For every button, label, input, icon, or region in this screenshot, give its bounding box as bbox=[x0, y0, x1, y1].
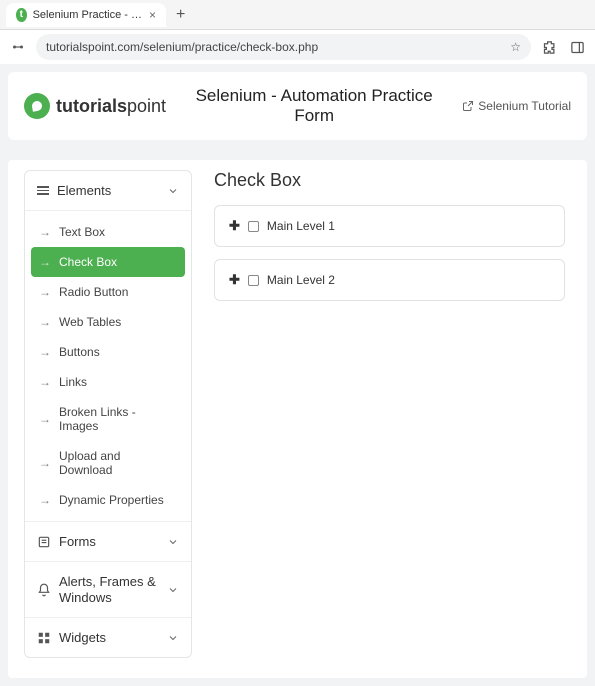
sidebar-label: Alerts, Frames & Windows bbox=[59, 574, 159, 605]
external-link-label: Selenium Tutorial bbox=[478, 99, 571, 113]
sidebar-item-buttons[interactable]: → Buttons bbox=[31, 337, 185, 367]
expand-icon[interactable]: ✚ bbox=[229, 272, 240, 288]
favicon-icon: t bbox=[16, 8, 27, 22]
sidebar-item-dynamic-properties[interactable]: → Dynamic Properties bbox=[31, 485, 185, 515]
panel-icon[interactable] bbox=[567, 37, 587, 57]
arrow-right-icon: → bbox=[39, 456, 51, 470]
main-panel: Check Box ✚ Main Level 1 ✚ Main Level 2 bbox=[208, 170, 571, 658]
sidebar-label: Widgets bbox=[59, 630, 106, 645]
tree-label: Main Level 2 bbox=[267, 273, 335, 287]
sidebar-item-label: Broken Links - Images bbox=[59, 405, 177, 433]
sidebar-item-label: Upload and Download bbox=[59, 449, 177, 477]
tree-row-level1[interactable]: ✚ Main Level 1 bbox=[214, 205, 565, 247]
site-header: tutorialspoint Selenium - Automation Pra… bbox=[8, 72, 587, 140]
sidebar-item-web-tables[interactable]: → Web Tables bbox=[31, 307, 185, 337]
arrow-right-icon: → bbox=[39, 285, 51, 299]
arrow-right-icon: → bbox=[39, 315, 51, 329]
sidebar-elements-list: → Text Box → Check Box → Radio Button → Web … bbox=[25, 211, 191, 521]
bookmark-star-icon[interactable]: ☆ bbox=[510, 40, 521, 54]
sidebar-item-label: Web Tables bbox=[59, 315, 121, 329]
checkbox[interactable] bbox=[248, 221, 259, 232]
expand-icon[interactable]: ✚ bbox=[229, 218, 240, 234]
sidebar-item-upload-download[interactable]: → Upload and Download bbox=[31, 441, 185, 485]
browser-tab-strip: t Selenium Practice - Check Bo × + bbox=[0, 0, 595, 30]
sidebar-item-label: Text Box bbox=[59, 225, 105, 239]
main-heading: Check Box bbox=[214, 170, 565, 191]
arrow-right-icon: → bbox=[39, 375, 51, 389]
site-info-icon[interactable] bbox=[8, 37, 28, 57]
extensions-icon[interactable] bbox=[539, 37, 559, 57]
logo-icon bbox=[24, 93, 50, 119]
arrow-right-icon: → bbox=[39, 493, 51, 507]
new-tab-button[interactable]: + bbox=[176, 6, 185, 24]
sidebar-item-links[interactable]: → Links bbox=[31, 367, 185, 397]
sidebar-label: Elements bbox=[57, 183, 111, 198]
page-body: tutorialspoint Selenium - Automation Pra… bbox=[0, 64, 595, 686]
external-link-icon bbox=[462, 100, 474, 112]
content-area: Elements → Text Box → Check Box → Radio But… bbox=[8, 160, 587, 678]
tree-row-level2[interactable]: ✚ Main Level 2 bbox=[214, 259, 565, 301]
logo-text-bold: tutorials bbox=[56, 96, 127, 116]
chevron-down-icon bbox=[167, 632, 179, 644]
address-bar: tutorialspoint.com/selenium/practice/che… bbox=[0, 30, 595, 64]
arrow-right-icon: → bbox=[39, 345, 51, 359]
sidebar-item-text-box[interactable]: → Text Box bbox=[31, 217, 185, 247]
sidebar-section-widgets[interactable]: Widgets bbox=[25, 617, 191, 657]
chevron-down-icon bbox=[167, 185, 179, 197]
close-icon[interactable]: × bbox=[149, 8, 156, 22]
form-icon bbox=[37, 535, 51, 549]
menu-icon bbox=[37, 186, 49, 195]
sidebar-item-label: Dynamic Properties bbox=[59, 493, 164, 507]
widgets-icon bbox=[37, 631, 51, 645]
arrow-right-icon: → bbox=[39, 412, 51, 426]
sidebar-label: Forms bbox=[59, 534, 96, 549]
sidebar-item-label: Radio Button bbox=[59, 285, 128, 299]
sidebar-item-label: Check Box bbox=[59, 255, 117, 269]
sidebar-section-forms[interactable]: Forms bbox=[25, 521, 191, 561]
sidebar-item-radio-button[interactable]: → Radio Button bbox=[31, 277, 185, 307]
sidebar-section-elements[interactable]: Elements bbox=[25, 171, 191, 211]
chevron-down-icon bbox=[167, 536, 179, 548]
sidebar-item-broken-links[interactable]: → Broken Links - Images bbox=[31, 397, 185, 441]
page-title: Selenium - Automation Practice Form bbox=[176, 86, 452, 126]
site-logo[interactable]: tutorialspoint bbox=[24, 93, 166, 119]
tab-title: Selenium Practice - Check Bo bbox=[33, 9, 143, 21]
sidebar-item-check-box[interactable]: → Check Box bbox=[31, 247, 185, 277]
url-text: tutorialspoint.com/selenium/practice/che… bbox=[46, 40, 318, 54]
checkbox[interactable] bbox=[248, 275, 259, 286]
url-input[interactable]: tutorialspoint.com/selenium/practice/che… bbox=[36, 34, 531, 60]
browser-tab[interactable]: t Selenium Practice - Check Bo × bbox=[6, 3, 166, 27]
bell-icon bbox=[37, 583, 51, 597]
arrow-right-icon: → bbox=[39, 225, 51, 239]
arrow-right-icon: → bbox=[39, 255, 51, 269]
logo-text: point bbox=[127, 96, 166, 116]
sidebar-section-alerts[interactable]: Alerts, Frames & Windows bbox=[25, 561, 191, 617]
sidebar-item-label: Buttons bbox=[59, 345, 100, 359]
chevron-down-icon bbox=[167, 584, 179, 596]
selenium-tutorial-link[interactable]: Selenium Tutorial bbox=[462, 99, 571, 113]
tree-label: Main Level 1 bbox=[267, 219, 335, 233]
sidebar-item-label: Links bbox=[59, 375, 87, 389]
sidebar: Elements → Text Box → Check Box → Radio But… bbox=[24, 170, 192, 658]
